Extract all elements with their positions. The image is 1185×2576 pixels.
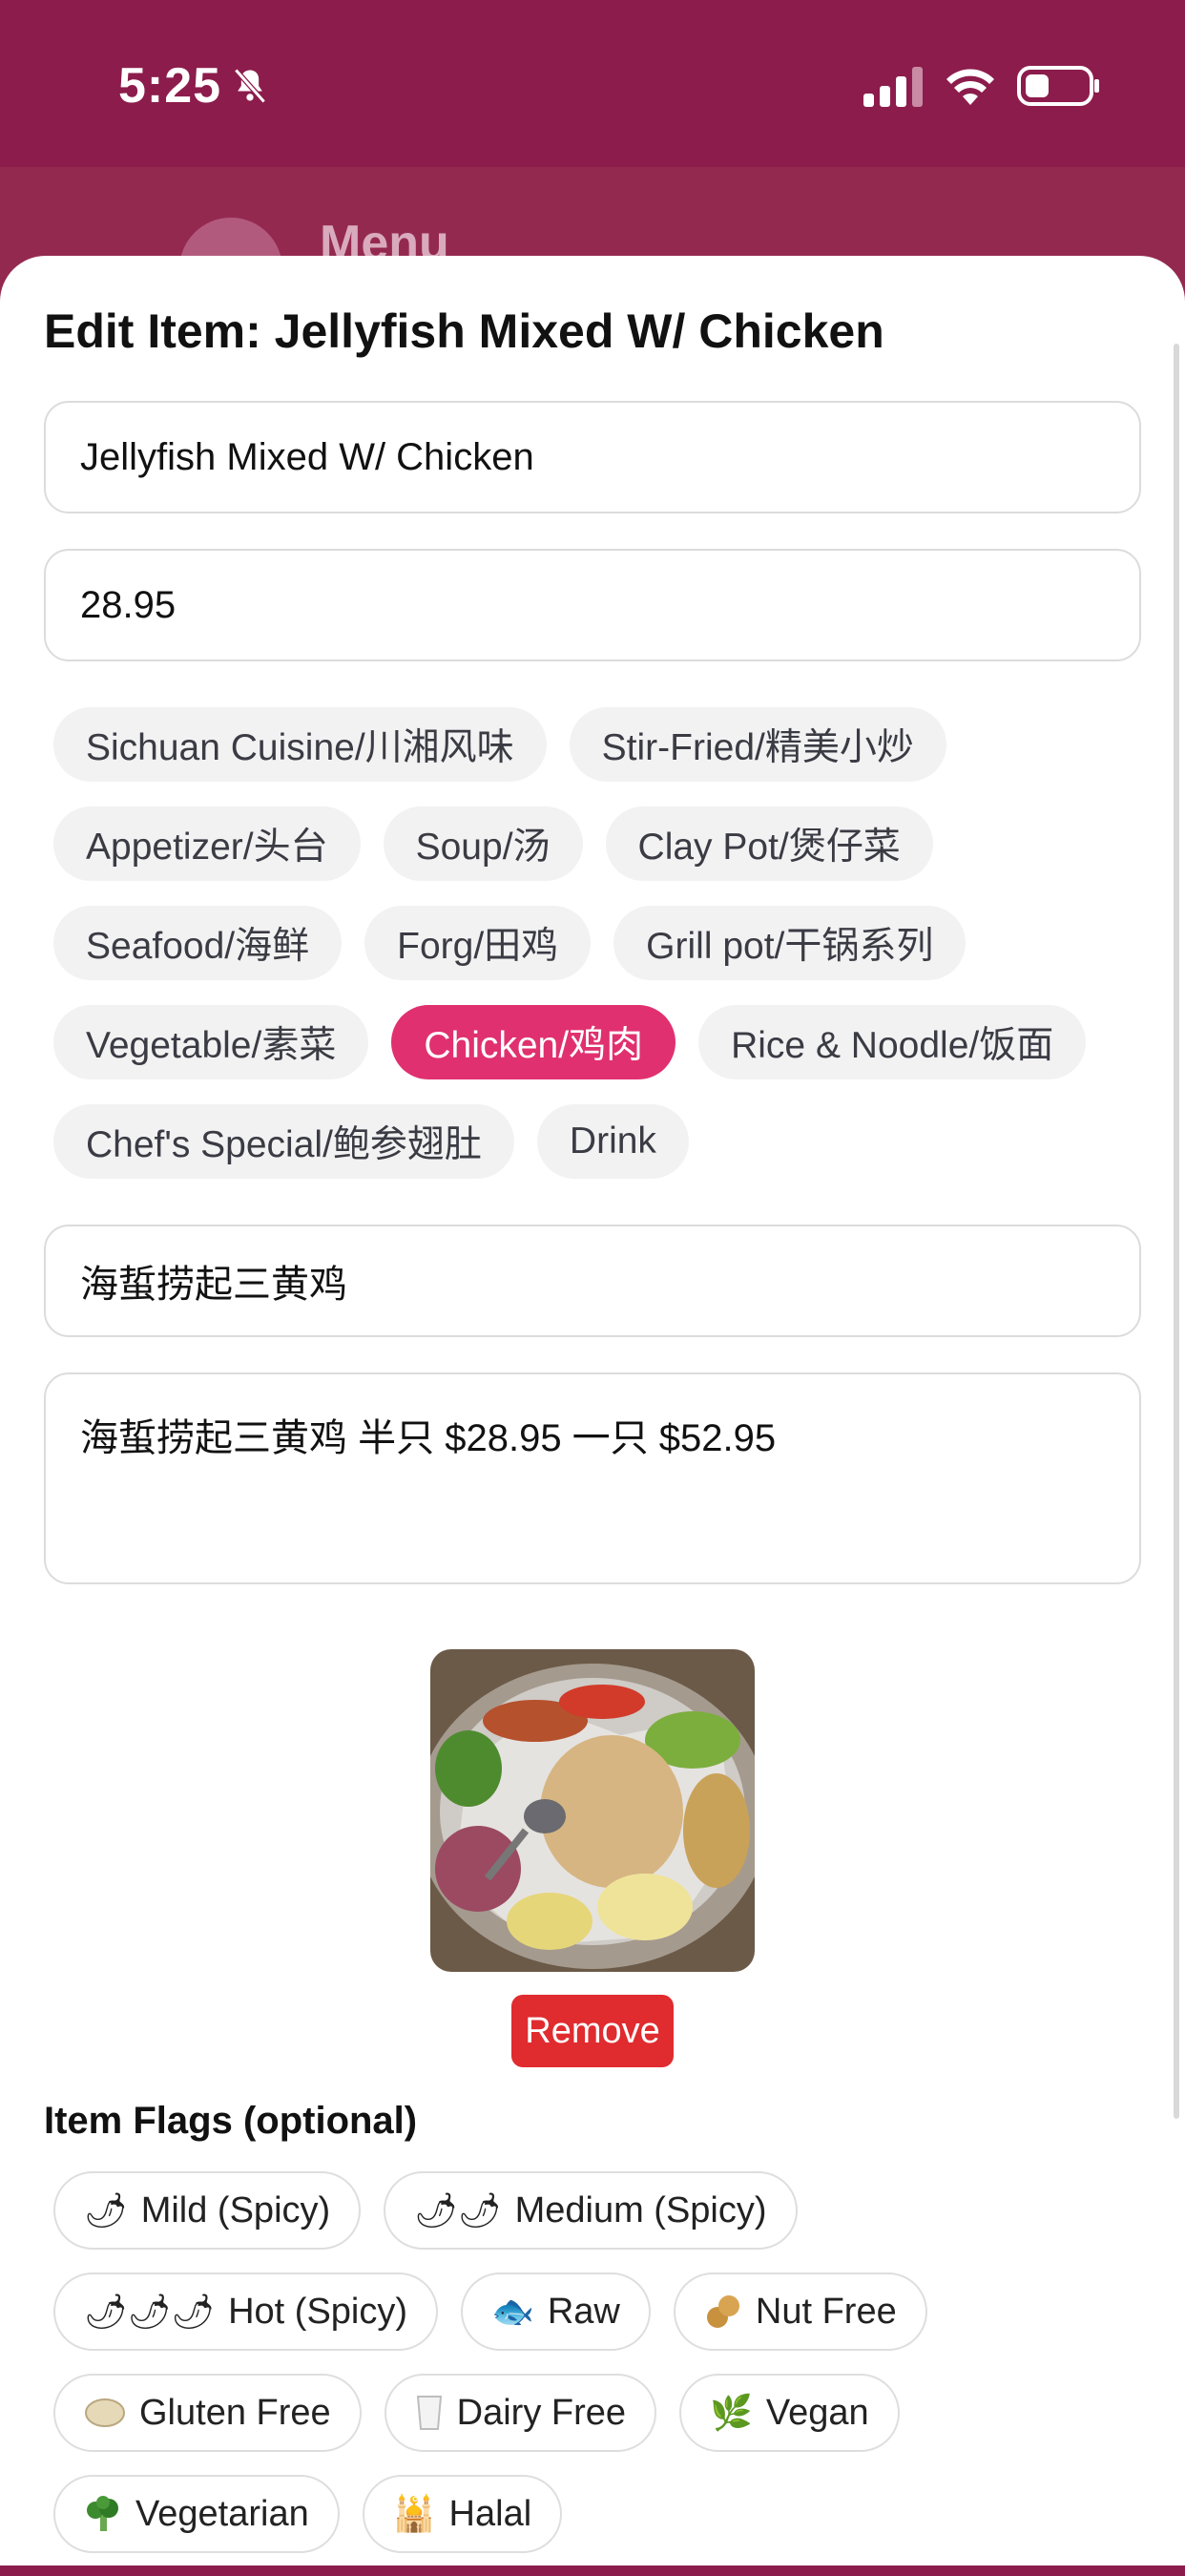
flag-label: Raw — [547, 2291, 620, 2332]
flag-label: Vegan — [765, 2392, 869, 2433]
flag-label: Mild (Spicy) — [140, 2189, 331, 2230]
category-chip-grill-pot[interactable]: Grill pot/干锅系列 — [613, 906, 967, 980]
dish-image-icon — [430, 1649, 755, 1972]
item-name-input[interactable]: Jellyfish Mixed W/ Chicken — [44, 401, 1141, 513]
flag-hot-spicy[interactable]: 🌶🌶🌶 Hot (Spicy) — [53, 2272, 439, 2351]
category-chip-soup[interactable]: Soup/汤 — [383, 806, 583, 881]
item-flags: 🌶 Mild (Spicy) 🌶🌶 Medium (Spicy) 🌶🌶🌶 Hot… — [53, 2171, 1141, 2576]
fish-icon: 🐟 — [491, 2293, 534, 2332]
chili-pepper-icon: 🌶🌶 — [414, 2191, 502, 2230]
item-price-input[interactable]: 28.95 — [44, 549, 1141, 661]
flag-raw[interactable]: 🐟 Raw — [461, 2272, 651, 2351]
wifi-icon — [946, 69, 994, 105]
flatbread-icon — [84, 2394, 126, 2432]
milk-glass-icon — [415, 2394, 444, 2432]
chinese-name-value: 海蜇捞起三黄鸡 — [80, 1264, 347, 1306]
flag-vegan[interactable]: 🌿 Vegan — [679, 2374, 900, 2452]
category-chip-vegetable[interactable]: Vegetable/素菜 — [53, 1005, 369, 1079]
herb-icon: 🌿 — [710, 2394, 753, 2433]
chili-pepper-icon: 🌶 — [84, 2191, 128, 2230]
mosque-icon: 🕌 — [392, 2495, 436, 2534]
chili-pepper-icon: 🌶🌶🌶 — [84, 2293, 216, 2332]
bell-slash-icon — [234, 68, 266, 104]
item-flags-heading: Item Flags (optional) — [44, 2100, 418, 2142]
scrollbar[interactable] — [1174, 344, 1179, 2119]
item-photo — [430, 1649, 755, 1972]
category-chip-forg[interactable]: Forg/田鸡 — [364, 906, 592, 980]
category-chip-stir-fried[interactable]: Stir-Fried/精美小炒 — [569, 707, 946, 782]
flag-label: Medium (Spicy) — [514, 2189, 767, 2230]
flag-label: Gluten Free — [139, 2392, 331, 2433]
broccoli-icon — [84, 2495, 122, 2533]
battery-icon — [1017, 66, 1099, 106]
status-time: 5:25 — [118, 58, 222, 114]
flag-label: Vegetarian — [135, 2493, 309, 2534]
sheet-title: Edit Item: Jellyfish Mixed W/ Chicken — [44, 304, 884, 358]
item-name-value: Jellyfish Mixed W/ Chicken — [80, 435, 534, 478]
flag-medium-spicy[interactable]: 🌶🌶 Medium (Spicy) — [384, 2171, 798, 2250]
category-chip-sichuan[interactable]: Sichuan Cuisine/川湘风味 — [53, 707, 547, 782]
chinese-name-input[interactable]: 海蜇捞起三黄鸡 — [44, 1225, 1141, 1337]
item-price-value: 28.95 — [80, 583, 177, 626]
category-chip-clay-pot[interactable]: Clay Pot/煲仔菜 — [605, 806, 933, 881]
flag-dairy-free[interactable]: Dairy Free — [384, 2374, 657, 2452]
flag-halal[interactable]: 🕌 Halal — [362, 2475, 563, 2553]
flag-label: Nut Free — [755, 2291, 897, 2332]
flag-mild-spicy[interactable]: 🌶 Mild (Spicy) — [53, 2171, 362, 2250]
category-chip-chefs-special[interactable]: Chef's Special/鲍参翅肚 — [53, 1104, 514, 1179]
category-chip-appetizer[interactable]: Appetizer/头台 — [53, 806, 361, 881]
category-chip-rice-noodle[interactable]: Rice & Noodle/饭面 — [698, 1005, 1087, 1079]
category-chip-chicken-selected[interactable]: Chicken/鸡肉 — [391, 1005, 676, 1079]
category-chip-drink[interactable]: Drink — [536, 1104, 689, 1179]
remove-photo-button[interactable]: Remove — [511, 1995, 674, 2067]
flag-label: Dairy Free — [456, 2392, 627, 2433]
flag-gluten-free[interactable]: Gluten Free — [53, 2374, 362, 2452]
cellular-signal-icon — [863, 67, 923, 107]
flag-label: Halal — [448, 2493, 532, 2534]
category-chip-seafood[interactable]: Seafood/海鲜 — [53, 906, 343, 980]
description-value: 海蜇捞起三黄鸡 半只 $28.95 一只 $52.95 — [80, 1417, 777, 1459]
peanut-icon — [704, 2293, 742, 2331]
status-bar: 5:25 — [0, 0, 1185, 167]
description-textarea[interactable]: 海蜇捞起三黄鸡 半只 $28.95 一只 $52.95 — [44, 1372, 1141, 1584]
flag-vegetarian[interactable]: Vegetarian — [53, 2475, 340, 2553]
category-chips: Sichuan Cuisine/川湘风味 Stir-Fried/精美小炒 App… — [53, 707, 1141, 1204]
flag-label: Hot (Spicy) — [228, 2291, 408, 2332]
flag-nut-free[interactable]: Nut Free — [673, 2272, 927, 2351]
